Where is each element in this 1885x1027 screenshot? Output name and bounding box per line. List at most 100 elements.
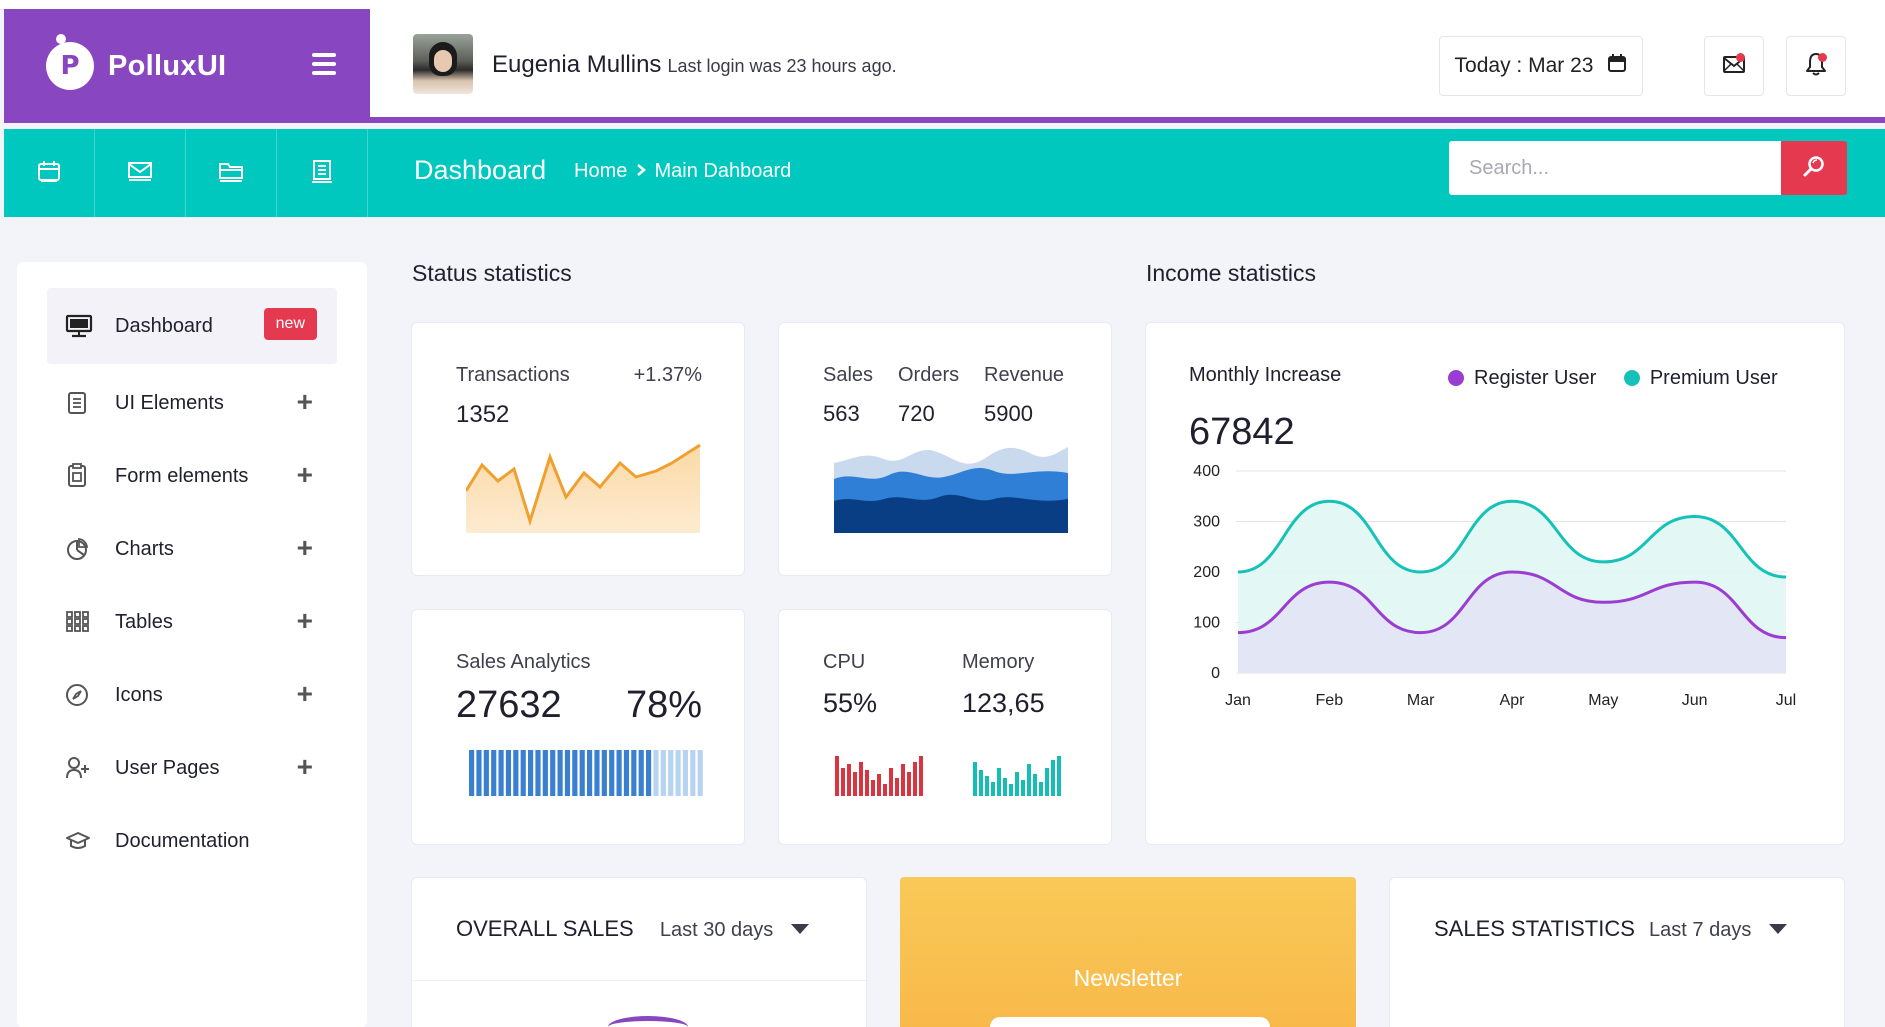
expand-plus-icon[interactable]: + [297,461,313,489]
sidebar-item-form-elements[interactable]: Form elements + [47,438,337,514]
progress-segment [631,750,637,796]
quick-mail-button[interactable] [95,129,186,217]
progress-segment [587,750,593,796]
expand-plus-icon[interactable]: + [297,534,313,562]
monthly-increase-value: 67842 [1189,411,1295,453]
sales-statistics-range[interactable]: Last 7 days [1649,919,1751,941]
sidebar-item-dashboard[interactable]: Dashboard new [47,288,337,364]
expand-plus-icon[interactable]: + [297,680,313,708]
breadcrumb: Home Main Dahboard [574,160,791,183]
memory-value: 123,65 [962,688,1045,718]
breadcrumb-home[interactable]: Home [574,160,627,182]
sales-analytics-label: Sales Analytics [456,651,591,673]
messages-button[interactable] [1704,36,1764,96]
sidebar-item-documentation[interactable]: Documentation [47,803,337,879]
chart-legend: Register User Premium User [1448,367,1778,390]
y-tick-label: 0 [1211,665,1220,682]
sidebar-item-user-pages[interactable]: User Pages + [47,730,337,806]
divider [412,980,866,981]
document-icon [65,391,105,415]
progress-segment [682,750,689,796]
sidebar-item-label: Tables [115,610,173,633]
bell-notification-dot [1818,53,1827,62]
dropdown-caret-icon[interactable] [791,924,810,934]
income-line-chart: 0 100 200 300 400 Jan Feb Mar Apr May Jun Jul [1193,463,1796,709]
expand-plus-icon[interactable]: + [297,607,313,635]
sidebar-item-label: Icons [115,683,163,706]
notifications-button[interactable] [1786,36,1846,96]
legend-label-register: Register User [1474,367,1597,389]
sales-statistics-header: SALES STATISTICS Last 7 days [1434,916,1788,942]
menu-toggle-icon[interactable] [312,53,336,75]
sidebar-item-tables[interactable]: Tables + [47,584,337,660]
user-add-icon [65,756,105,780]
sales-analytics-card: Sales Analytics 27632 78% [411,609,745,845]
expand-plus-icon[interactable]: + [297,388,313,416]
page-toolbar: Dashboard Home Main Dahboard [4,129,1885,217]
progress-segment [601,750,607,796]
progress-segment [594,750,600,796]
logo-letter: P [60,51,80,81]
chevron-right-icon [635,160,647,182]
legend-register[interactable]: Register User [1448,367,1596,389]
progress-segment [660,750,666,796]
memory-bar-chart [973,756,1061,796]
sales-statistics-title: SALES STATISTICS [1434,916,1635,941]
search-button[interactable] [1781,141,1847,195]
progress-segment [550,750,556,796]
sidebar-item-ui-elements[interactable]: UI Elements + [47,365,337,441]
progress-segment [535,750,541,796]
brand-name[interactable]: PolluxUI [108,50,226,83]
overall-sales-range[interactable]: Last 30 days [660,919,773,941]
sales-value: 563 [823,401,860,426]
transactions-card: Transactions +1.37% 1352 [411,322,745,576]
status-statistics-title: Status statistics [412,260,572,286]
progress-segment [491,750,497,796]
avatar[interactable] [413,34,473,94]
quick-folder-button[interactable] [186,129,277,217]
progress-segment [623,750,630,796]
sidebar-item-label: Charts [115,537,174,560]
user-info: Eugenia Mullins Last login was 23 hours a… [492,51,897,79]
transactions-change: +1.37% [633,364,702,386]
progress-segment [616,750,622,796]
x-tick-label: Jun [1682,692,1708,709]
income-card: Monthly Increase 67842 Register User Pre… [1145,322,1845,845]
sidebar-item-icons[interactable]: Icons + [47,657,337,733]
quick-calendar-button[interactable] [4,129,95,217]
progress-segment [520,750,526,796]
grid-icon [65,610,105,634]
date-button[interactable]: Today : Mar 23 [1439,36,1643,96]
memory-label: Memory [962,651,1035,673]
progress-segment [646,750,652,796]
newsletter-card: Newsletter [900,877,1356,1027]
monthly-increase-label: Monthly Increase [1189,364,1342,386]
brand-logo[interactable]: P [46,34,94,90]
progress-segment [476,750,482,796]
dropdown-caret-icon[interactable] [1769,924,1788,934]
cpu-value: 55% [823,688,878,718]
sales-orders-card: Sales Orders Revenue 563 720 5900 [778,322,1112,576]
sidebar-item-charts[interactable]: Charts + [47,511,337,587]
new-badge: new [263,308,317,340]
y-tick-label: 400 [1193,463,1220,480]
mail-icon [127,161,153,186]
folder-icon [218,160,244,187]
legend-dot-register [1448,370,1464,386]
x-tick-label: Feb [1316,692,1344,709]
expand-plus-icon[interactable]: + [297,753,313,781]
quick-document-button[interactable] [277,129,368,217]
progress-segment [505,750,512,796]
newsletter-title: Newsletter [1073,965,1183,991]
x-tick-label: Jul [1776,692,1796,709]
progress-segment [579,750,585,796]
overall-sales-title: OVERALL SALES [456,916,634,941]
newsletter-input-top[interactable] [990,1017,1270,1027]
progress-segment [697,750,703,796]
user-name: Eugenia Mullins [492,51,662,78]
sidebar-item-label: Dashboard [115,314,213,337]
search-input[interactable] [1449,141,1781,195]
progress-segment [668,750,674,796]
legend-premium[interactable]: Premium User [1623,367,1778,389]
progress-segment [483,750,489,796]
